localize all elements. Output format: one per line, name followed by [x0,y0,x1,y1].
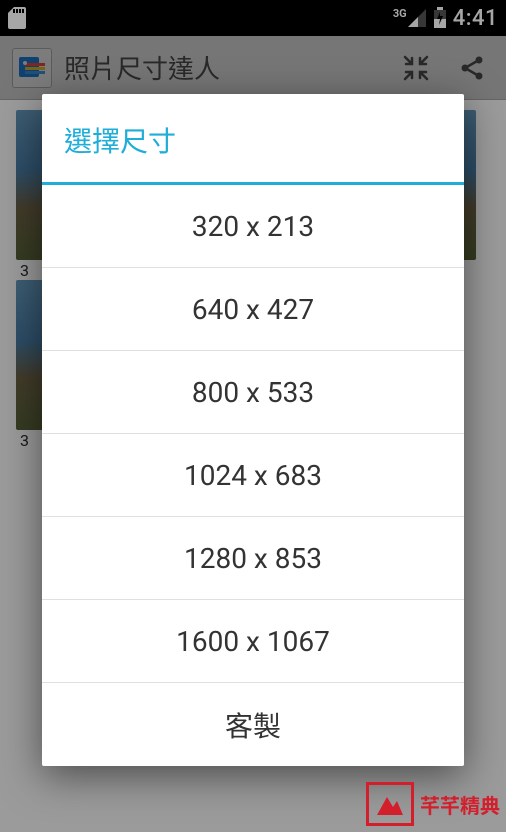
size-option-label: 320 x 213 [192,210,314,243]
size-option-custom[interactable]: 客製 [42,683,464,766]
watermark-text: 芊芊精典 [420,790,500,819]
dialog-title: 選擇尺寸 [42,94,464,185]
watermark-logo-icon [366,782,414,826]
size-option-1280x853[interactable]: 1280 x 853 [42,517,464,600]
size-option-label: 640 x 427 [192,293,314,326]
size-option-800x533[interactable]: 800 x 533 [42,351,464,434]
screen: 3G 4:41 照 [0,0,506,832]
size-option-label: 1600 x 1067 [176,625,330,658]
watermark: 芊芊精典 [366,782,500,826]
size-option-1600x1067[interactable]: 1600 x 1067 [42,600,464,683]
size-option-label: 800 x 533 [192,376,314,409]
dialog-list: 320 x 213 640 x 427 800 x 533 1024 x 683… [42,185,464,766]
size-option-640x427[interactable]: 640 x 427 [42,268,464,351]
size-option-label: 1280 x 853 [184,542,322,575]
size-option-320x213[interactable]: 320 x 213 [42,185,464,268]
size-option-label: 客製 [225,705,281,745]
size-option-label: 1024 x 683 [184,459,322,492]
size-option-1024x683[interactable]: 1024 x 683 [42,434,464,517]
size-dialog: 選擇尺寸 320 x 213 640 x 427 800 x 533 1024 … [42,94,464,766]
